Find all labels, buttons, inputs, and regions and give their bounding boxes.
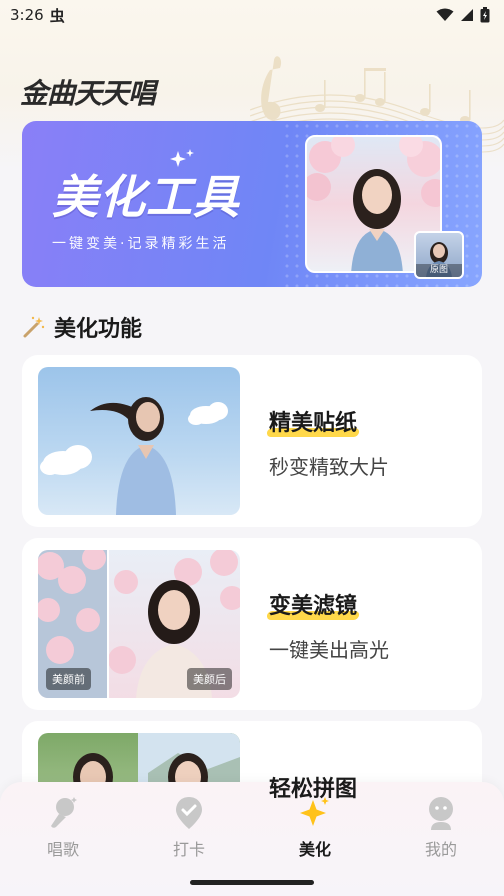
nav-label-beautify: 美化: [298, 840, 331, 859]
stickers-preview-image: [38, 367, 240, 515]
nav-label-checkin: 打卡: [172, 840, 205, 859]
home-indicator: [190, 880, 314, 885]
banner-subtitle: 一键变美·记录精彩生活: [52, 236, 230, 252]
after-tag: 美颜后: [187, 668, 232, 690]
stickers-description: 秒变精致大片: [269, 455, 389, 479]
nav-item-beautify[interactable]: 美化: [265, 796, 365, 860]
thumbnail-label: 原图: [416, 264, 462, 277]
original-thumbnail: 原图: [414, 231, 464, 279]
nav-item-profile[interactable]: 我的: [391, 796, 491, 860]
section-heading: 美化功能: [22, 311, 142, 343]
feature-card-filters[interactable]: 美颜前 美颜后 变美滤镜 一键美出高光: [22, 538, 482, 710]
before-tag: 美颜前: [46, 668, 91, 690]
notification-icon: 虫: [49, 6, 65, 25]
app-title: 金曲天天唱: [20, 77, 156, 110]
filters-description: 一键美出高光: [269, 638, 389, 662]
beauty-tools-banner[interactable]: 美化工具 一键变美·记录精彩生活 原图: [22, 121, 482, 287]
battery-icon: [480, 7, 490, 23]
wifi-icon: [436, 8, 454, 21]
status-bar: 3:26 虫: [0, 0, 504, 30]
magic-wand-icon: [23, 316, 45, 338]
status-time: 3:26: [10, 6, 44, 24]
signal-icon: [461, 9, 473, 21]
location-pin-icon: [176, 797, 202, 829]
profile-icon: [429, 797, 453, 830]
section-title: 美化功能: [54, 317, 143, 342]
microphone-icon: [51, 797, 77, 828]
magic-wand-icon: [170, 149, 194, 167]
banner-title: 美化工具: [52, 170, 240, 224]
stickers-title: 精美贴纸: [266, 405, 360, 439]
nav-label-profile: 我的: [424, 840, 457, 859]
feature-card-stickers[interactable]: 精美贴纸 秒变精致大片: [22, 355, 482, 527]
nav-item-sing[interactable]: 唱歌: [13, 796, 113, 860]
bottom-navigation: 唱歌 打卡 美化 我的: [0, 782, 504, 896]
collage-title: 轻松拼图: [269, 777, 358, 802]
nav-label-sing: 唱歌: [46, 840, 79, 859]
filters-title: 变美滤镜: [266, 588, 360, 622]
nav-item-checkin[interactable]: 打卡: [139, 796, 239, 860]
filters-preview-image: 美颜前 美颜后: [38, 550, 240, 698]
